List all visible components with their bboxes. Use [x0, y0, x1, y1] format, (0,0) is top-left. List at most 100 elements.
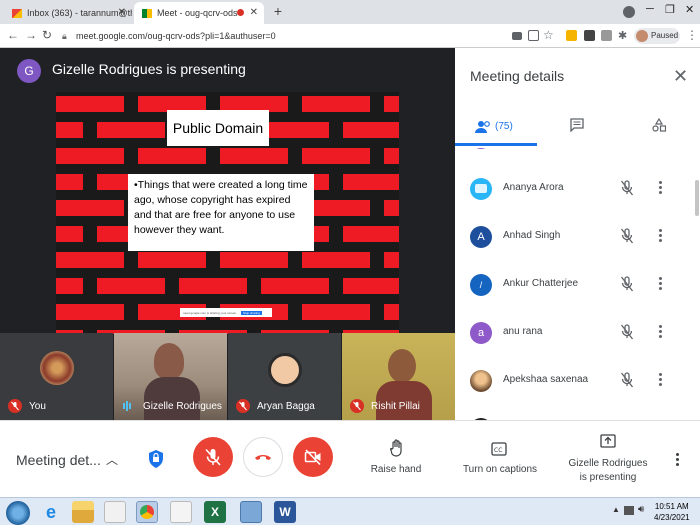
microphone-toggle-button[interactable]	[193, 437, 233, 477]
shared-slide: Public Domain •Things that were created …	[56, 92, 399, 334]
extension-icon-2[interactable]	[601, 30, 612, 41]
tile-name: Rishit Pillai	[371, 401, 420, 412]
leave-call-button[interactable]	[243, 437, 283, 477]
extension-bookmark-icon[interactable]	[566, 30, 577, 41]
camera-toggle-button[interactable]	[293, 437, 333, 477]
address-bar[interactable]: 🔒︎ meet.google.com/oug-qcrv-ods?pli=1&au…	[58, 27, 508, 45]
list-item[interactable]: / Ankur Chatterjee	[455, 261, 700, 309]
participant-video	[154, 343, 184, 379]
tab-gmail[interactable]: Inbox (363) - tarannum@theindi ✕	[4, 2, 132, 24]
word-icon[interactable]: W	[274, 501, 296, 523]
list-item[interactable]: a anu rana	[455, 309, 700, 357]
excel-icon[interactable]: X	[204, 501, 226, 523]
windows-start-icon[interactable]	[6, 501, 30, 525]
more-options-icon[interactable]	[657, 371, 663, 389]
present-screen-icon[interactable]	[600, 434, 616, 448]
people-icon	[475, 121, 490, 133]
extensions-puzzle-icon[interactable]: ✱	[618, 29, 627, 42]
tile-name: You	[29, 401, 46, 412]
more-options-icon[interactable]	[657, 275, 663, 293]
avatar	[268, 353, 302, 387]
bookmark-star-icon[interactable]: ☆	[543, 28, 554, 42]
list-item[interactable]	[455, 405, 700, 420]
captions-icon[interactable]: CC	[491, 442, 507, 456]
gmail-icon	[12, 8, 22, 18]
security-shield-icon[interactable]	[148, 449, 164, 469]
more-options-icon[interactable]	[657, 323, 663, 341]
chrome-icon[interactable]	[136, 501, 158, 523]
close-tab-icon[interactable]: ✕	[250, 7, 258, 18]
brick	[138, 148, 206, 164]
muted-mic-icon	[620, 372, 634, 388]
tab-search-icon[interactable]	[623, 6, 635, 18]
svg-text:CC: CC	[494, 447, 502, 454]
reload-button[interactable]: ↻	[40, 28, 54, 42]
brick	[384, 304, 399, 320]
captions-button[interactable]: Turn on captions	[455, 464, 545, 475]
new-tab-button[interactable]: +	[270, 4, 286, 20]
lock-icon: 🔒︎	[62, 31, 67, 41]
brick	[384, 252, 399, 268]
tab-chat[interactable]	[537, 110, 619, 146]
brick	[138, 252, 206, 268]
file-explorer-icon[interactable]	[72, 501, 94, 523]
volume-icon[interactable]: 🔊︎	[638, 504, 644, 515]
tab-people[interactable]: (75)	[455, 110, 537, 146]
network-icon[interactable]	[624, 506, 634, 515]
profile-paused-button[interactable]: Paused	[634, 28, 680, 44]
tab-activities[interactable]	[619, 110, 700, 146]
media-player-icon[interactable]	[104, 501, 126, 523]
tile-gizelle[interactable]: Gizelle Rodrigues	[114, 333, 227, 420]
stop-sharing-button[interactable]: Stop sharing	[241, 310, 262, 315]
raise-hand-icon[interactable]	[390, 439, 404, 457]
presentation-status-button[interactable]: Gizelle Rodrigues is presenting	[560, 457, 656, 485]
show-hidden-icons[interactable]: ▲	[612, 505, 620, 514]
back-button[interactable]: ←	[6, 28, 20, 42]
chevron-up-icon[interactable]: ︿	[106, 451, 118, 468]
share-icon[interactable]	[528, 30, 539, 41]
close-panel-icon[interactable]: ✕	[673, 66, 688, 87]
clock-time: 10:51 AM	[654, 502, 689, 511]
tile-you[interactable]: You	[0, 333, 113, 420]
close-window-button[interactable]: ✕	[685, 3, 694, 16]
tab-title: Meet - oug-qcrv-ods	[157, 8, 238, 18]
brick	[343, 226, 399, 242]
more-options-icon[interactable]	[674, 451, 680, 469]
list-item[interactable]	[455, 148, 700, 162]
meeting-details-button[interactable]: Meeting det...	[16, 452, 101, 468]
close-tab-icon[interactable]: ✕	[118, 7, 126, 18]
internet-explorer-icon[interactable]: e	[40, 501, 62, 523]
tile-aryan[interactable]: Aryan Bagga	[228, 333, 341, 420]
remote-desktop-icon[interactable]	[240, 501, 262, 523]
brick	[220, 148, 288, 164]
brick	[56, 200, 124, 216]
minimize-button[interactable]: ─	[646, 3, 654, 15]
extension-icon-1[interactable]	[584, 30, 595, 41]
camera-indicator-icon[interactable]	[512, 32, 522, 40]
brick	[261, 122, 329, 138]
avatar: /	[470, 274, 492, 296]
maximize-button[interactable]: ❐	[665, 3, 675, 16]
people-list-scrollbar[interactable]	[695, 180, 699, 216]
brick	[56, 252, 124, 268]
meet-icon	[142, 8, 152, 18]
browser-toolbar: ← → ↻ 🔒︎ meet.google.com/oug-qcrv-ods?pl…	[0, 24, 700, 48]
system-clock[interactable]: 10:51 AM 4/23/2021	[654, 501, 690, 523]
browser-tab-bar: Inbox (363) - tarannum@theindi ✕ Meet - …	[0, 0, 700, 24]
list-item[interactable]: Ananya Arora	[455, 165, 700, 213]
forward-button[interactable]: →	[24, 28, 38, 42]
brick	[56, 278, 83, 294]
more-options-icon[interactable]	[657, 227, 663, 245]
tab-meet[interactable]: Meet - oug-qcrv-ods ✕	[134, 2, 264, 24]
list-item[interactable]: A Anhad Singh	[455, 213, 700, 261]
paint-icon[interactable]	[170, 501, 192, 523]
more-options-icon[interactable]	[657, 179, 663, 197]
list-item[interactable]: Apekshaa saxenaa	[455, 357, 700, 405]
brick	[56, 148, 124, 164]
participant-name: anu rana	[503, 326, 543, 337]
slide-title: Public Domain	[167, 110, 269, 146]
raise-hand-button[interactable]: Raise hand	[360, 464, 432, 475]
tile-rishit[interactable]: Rishit Pillai	[342, 333, 455, 420]
browser-menu-icon[interactable]: ⋮	[686, 28, 698, 42]
camera-off-icon	[304, 449, 321, 466]
